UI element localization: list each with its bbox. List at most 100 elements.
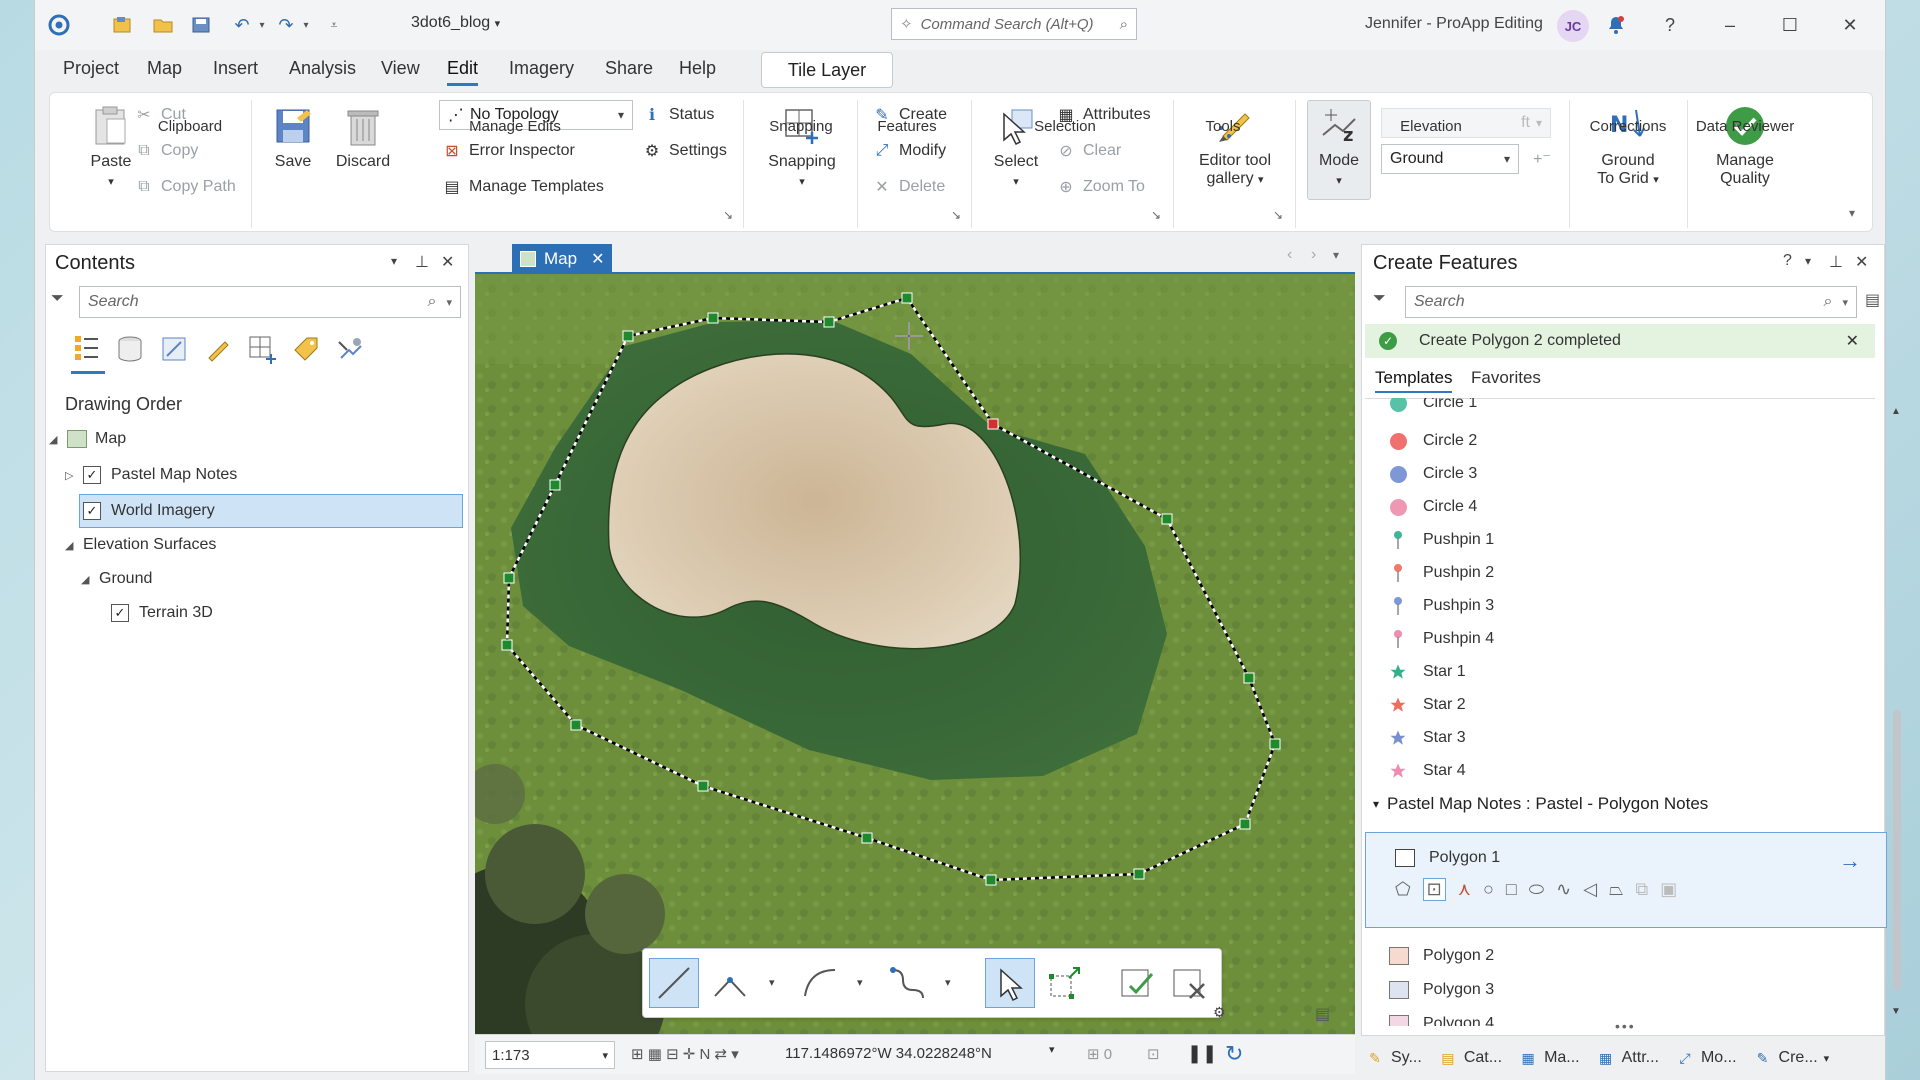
- open-project-icon[interactable]: [149, 12, 177, 38]
- pause-drawing-icon[interactable]: ❚❚: [1187, 1043, 1217, 1064]
- collapse-triangle-icon[interactable]: ◢: [65, 539, 79, 552]
- pane-options-icon[interactable]: ▾: [391, 254, 397, 268]
- map-overflow-icon[interactable]: ▤: [1315, 1004, 1330, 1024]
- tree-item-elevation-surfaces[interactable]: ◢ Elevation Surfaces: [65, 536, 216, 554]
- dock-tab-modify[interactable]: ⤢ Mo...: [1675, 1049, 1736, 1067]
- copy-path-button[interactable]: ⧉ Copy Path: [133, 176, 235, 198]
- clear-sketch-icon[interactable]: [1165, 958, 1215, 1008]
- trace-polygon-icon[interactable]: ⏢: [1609, 879, 1623, 900]
- notification-bell-icon[interactable]: [1601, 10, 1631, 40]
- tab-insert[interactable]: Insert: [213, 58, 258, 83]
- tab-share[interactable]: Share: [605, 58, 653, 83]
- tree-item-pastel-map-notes[interactable]: ▷ ✓ Pastel Map Notes: [65, 466, 237, 484]
- right-angle-tool-icon[interactable]: ⋏: [1458, 879, 1471, 900]
- help-icon[interactable]: ?: [1655, 10, 1685, 40]
- minimize-button[interactable]: –: [1715, 10, 1745, 40]
- template-pushpin-4[interactable]: Pushpin 4: [1389, 627, 1494, 651]
- copy-button[interactable]: ⧉ Copy: [133, 140, 198, 162]
- tab-templates[interactable]: Templates: [1375, 368, 1453, 393]
- template-star-3[interactable]: Star 3: [1389, 726, 1466, 750]
- elevation-offset-icon[interactable]: +⁻: [1531, 148, 1559, 170]
- tab-project[interactable]: Project: [63, 58, 119, 83]
- error-inspector-button[interactable]: ⊠ Error Inspector: [441, 140, 575, 162]
- tree-item-map[interactable]: ◢ Map: [49, 430, 126, 448]
- list-by-snapping-icon[interactable]: [247, 334, 277, 369]
- refresh-icon[interactable]: ↻: [1225, 1041, 1243, 1067]
- tools-launcher-icon[interactable]: ↘: [1273, 208, 1287, 222]
- collapse-triangle-icon[interactable]: ◢: [49, 433, 63, 446]
- template-polygon-2[interactable]: Polygon 2: [1389, 944, 1494, 968]
- elevation-mode-button[interactable]: z Mode ▾: [1307, 100, 1371, 200]
- command-search[interactable]: ✧ Command Search (Alt+Q) ⌕: [891, 8, 1137, 40]
- template-pushpin-3[interactable]: Pushpin 3: [1389, 594, 1494, 618]
- customize-qat-icon[interactable]: ⩡: [327, 12, 341, 38]
- pin-icon[interactable]: ⊥: [415, 252, 429, 272]
- elevation-surface-dropdown[interactable]: Ground ▾: [1381, 144, 1519, 174]
- new-project-icon[interactable]: [109, 12, 137, 38]
- list-by-selection-icon[interactable]: [159, 334, 189, 369]
- template-polygon-4[interactable]: Polygon 4: [1389, 1012, 1494, 1026]
- rectangle-tool-icon[interactable]: □: [1506, 879, 1517, 900]
- layer-visibility-checkbox[interactable]: ✓: [83, 466, 101, 484]
- app-logo-icon[interactable]: [45, 12, 73, 38]
- signed-in-user[interactable]: Jennifer - ProApp Editing: [1365, 15, 1543, 33]
- modify-features-button[interactable]: ⤢ Modify: [871, 140, 947, 162]
- list-by-labeling-icon[interactable]: [291, 334, 321, 369]
- chevron-down-icon[interactable]: ▾: [857, 976, 863, 989]
- chevron-down-icon[interactable]: ▾: [945, 976, 951, 989]
- split-tool-icon[interactable]: ▣: [1660, 879, 1677, 900]
- grid-snap-icons[interactable]: ⊞ ▦ ⊟ ✛ N ⇄ ▾: [631, 1045, 739, 1063]
- expand-triangle-icon[interactable]: ▷: [65, 469, 79, 482]
- scroll-down-icon[interactable]: ▼: [1891, 1006, 1901, 1017]
- chevron-down-icon[interactable]: ▾: [769, 976, 775, 989]
- avatar[interactable]: JC: [1557, 10, 1589, 42]
- discard-edits-button[interactable]: Discard: [327, 104, 399, 172]
- polygon-freehand-tool-icon[interactable]: ⬠: [1395, 879, 1411, 900]
- list-by-editing-icon[interactable]: [203, 334, 233, 369]
- collapse-triangle-icon[interactable]: ◢: [81, 573, 95, 586]
- manage-templates-button[interactable]: ▤ Manage Templates: [441, 176, 603, 198]
- selected-features-count[interactable]: ⊞ 0: [1087, 1045, 1112, 1063]
- tab-tile-layer[interactable]: Tile Layer: [761, 52, 893, 88]
- zoom-to-selection-button[interactable]: ⊕ Zoom To: [1055, 176, 1145, 198]
- tab-scroll-left-icon[interactable]: ‹: [1287, 246, 1292, 264]
- undo-icon[interactable]: ↶: [231, 12, 253, 38]
- template-star-4[interactable]: Star 4: [1389, 759, 1466, 783]
- contents-search-input[interactable]: Search ⌕ ▾: [79, 286, 461, 318]
- template-circle-3[interactable]: Circle 3: [1389, 462, 1477, 486]
- close-button[interactable]: ✕: [1835, 10, 1865, 40]
- map-view-tab[interactable]: Map ✕: [512, 244, 612, 274]
- tree-item-ground[interactable]: ◢ Ground: [81, 570, 152, 588]
- tab-analysis[interactable]: Analysis: [289, 58, 356, 83]
- layer-visibility-checkbox[interactable]: ✓: [83, 502, 101, 520]
- filter-icon[interactable]: ⏷: [1373, 290, 1386, 308]
- pane-options-icon[interactable]: ▾: [1805, 254, 1811, 268]
- dock-tab-create[interactable]: ✎ Cre...: [1753, 1049, 1818, 1067]
- tab-favorites[interactable]: Favorites: [1471, 368, 1541, 391]
- clear-selection-button[interactable]: ⊘ Clear: [1055, 140, 1121, 162]
- tree-item-world-imagery[interactable]: ✓ World Imagery: [83, 502, 215, 520]
- trace-tool-icon[interactable]: [883, 958, 933, 1008]
- toolbar-settings-gear-icon[interactable]: ⚙: [1213, 1004, 1226, 1021]
- close-pane-icon[interactable]: ✕: [1855, 252, 1868, 272]
- line-segment-tool-icon[interactable]: [649, 958, 699, 1008]
- dock-tab-symbology[interactable]: ✎ Sy...: [1365, 1049, 1422, 1067]
- tab-view[interactable]: View: [381, 58, 420, 83]
- collapse-chevron-icon[interactable]: ▾: [1373, 797, 1379, 811]
- rectangle-select-tool-icon[interactable]: ⊡: [1422, 878, 1446, 901]
- list-by-perspective-imagery-icon[interactable]: [335, 334, 365, 369]
- scroll-up-icon[interactable]: ▲: [1891, 406, 1901, 417]
- tab-imagery[interactable]: Imagery: [509, 58, 574, 83]
- freehand-tool-icon[interactable]: ∿: [1556, 879, 1571, 900]
- dock-tab-catalog[interactable]: ▤ Cat...: [1438, 1049, 1502, 1067]
- pane-resize-grip[interactable]: •••: [1615, 1018, 1636, 1034]
- template-star-2[interactable]: Star 2: [1389, 693, 1466, 717]
- tab-scroll-right-icon[interactable]: ›: [1311, 246, 1316, 264]
- tab-help[interactable]: Help: [679, 58, 716, 83]
- template-pushpin-2[interactable]: Pushpin 2: [1389, 561, 1494, 585]
- circle-tool-icon[interactable]: ○: [1483, 879, 1494, 900]
- help-icon[interactable]: ?: [1783, 252, 1792, 270]
- coordinate-format-dropdown-icon[interactable]: ▾: [1049, 1043, 1055, 1056]
- template-group-header[interactable]: ▾ Pastel Map Notes : Pastel - Polygon No…: [1373, 794, 1708, 814]
- undo-dropdown-icon[interactable]: ▾: [255, 12, 269, 38]
